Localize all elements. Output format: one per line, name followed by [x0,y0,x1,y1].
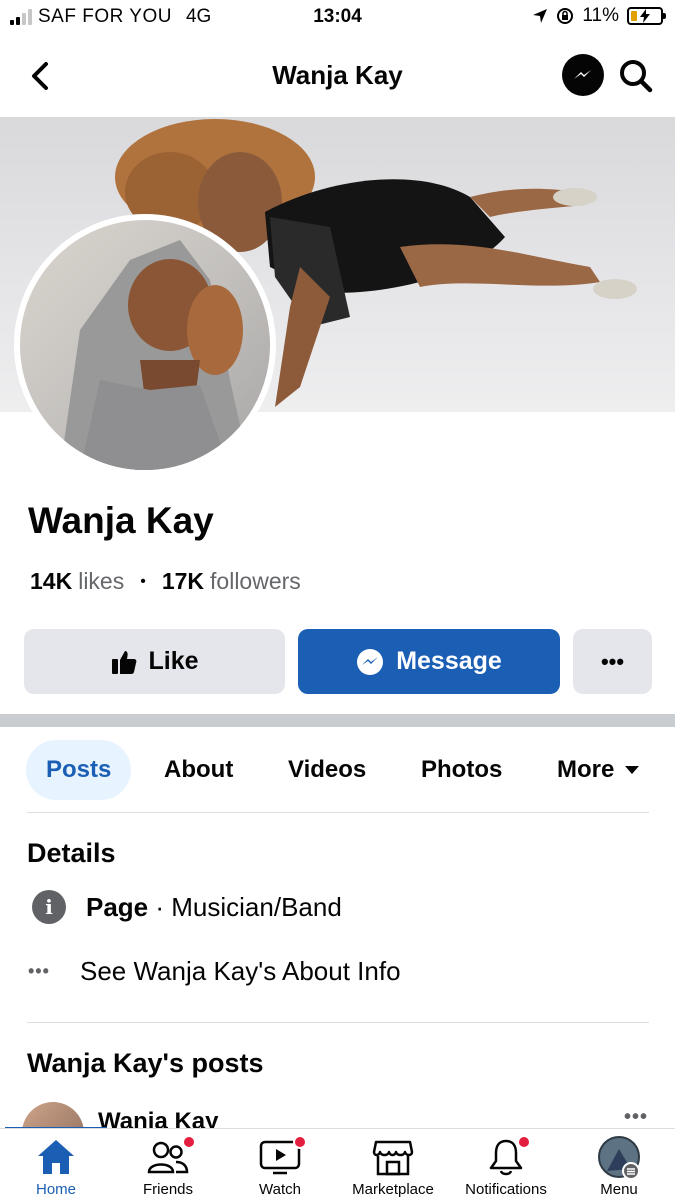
nav-home-label: Home [35,1181,76,1198]
info-icon: i [32,890,66,924]
thumbs-up-icon [112,650,137,674]
nav-marketplace[interactable]: Marketplace [337,1129,449,1200]
page-category-text: Page · Musician/Band [86,892,342,923]
more-actions-button[interactable]: ••• [573,629,652,694]
divider [27,812,649,813]
tab-more[interactable]: More [557,740,640,800]
nav-notifications[interactable]: Notifications [450,1129,562,1200]
messenger-icon [357,648,384,675]
page-type-label: Page [86,891,149,922]
status-right: 11% [532,5,666,27]
posts-heading: Wanja Kay's posts [27,1048,264,1078]
like-label: Like [148,647,199,675]
see-about-info-link[interactable]: ••• See Wanja Kay's About Info [28,956,401,987]
like-button[interactable]: Like [24,629,285,694]
nav-friends-label: Friends [142,1181,194,1198]
page-name: Wanja Kay [28,500,214,541]
more-dots-icon: ••• [28,961,50,981]
rotation-lock-icon [557,8,574,24]
section-divider [0,714,675,727]
bottom-navigation: Home Friends Watch Marketplace Notificat… [0,1128,675,1200]
notification-badge [293,1135,307,1149]
nav-menu[interactable]: Menu [563,1129,675,1200]
search-button[interactable] [616,56,656,96]
tab-photos[interactable]: Photos [421,740,502,800]
tab-more-label: More [557,756,615,783]
tab-about-label: About [164,756,234,783]
marketplace-icon [372,1140,414,1176]
tab-about[interactable]: About [164,740,233,800]
avatar-image [20,220,270,470]
status-bar: SAF FOR YOU 4G 13:04 11% [0,0,675,36]
page-category: · Musician/Band [148,891,342,922]
likes-count: 14K [30,568,73,594]
post-options-icon[interactable]: ••• [624,1106,648,1129]
nav-friends[interactable]: Friends [112,1129,224,1200]
profile-tabs: Posts About Videos Photos More [0,740,675,800]
menu-avatar-icon [598,1136,640,1179]
tab-photos-label: Photos [421,756,503,783]
message-button[interactable]: Message [298,629,560,694]
profile-avatar[interactable] [14,214,276,476]
message-label: Message [396,647,502,675]
nav-watch-label: Watch [259,1181,301,1198]
separator-dot: • [140,572,146,590]
tab-videos-label: Videos [288,756,367,783]
location-arrow-icon [533,9,548,23]
messenger-button[interactable] [562,54,604,96]
nav-notifications-label: Notifications [465,1181,547,1198]
nav-home[interactable]: Home [0,1129,112,1200]
caret-down-icon [625,766,640,774]
messenger-icon [574,70,591,79]
details-heading: Details [27,838,116,868]
battery-percent: 11% [582,5,619,26]
nav-watch[interactable]: Watch [224,1129,336,1200]
home-icon [38,1140,74,1174]
tab-posts-label: Posts [46,756,112,783]
nav-menu-label: Menu [600,1181,638,1198]
see-about-info-label: See Wanja Kay's About Info [80,956,401,986]
top-app-bar: Wanja Kay [0,46,675,106]
battery-icon [627,7,666,25]
page-stats: 14K likes • 17K followers [30,568,301,595]
notification-badge [517,1135,531,1149]
likes-label: likes [78,568,125,594]
tab-posts[interactable]: Posts [26,740,132,800]
followers-count: 17K [161,568,205,594]
tab-videos[interactable]: Videos [288,740,366,800]
nav-marketplace-label: Marketplace [352,1181,434,1198]
divider [27,1022,649,1023]
more-dots-icon: ••• [600,648,625,674]
notification-badge [182,1135,196,1149]
search-icon [620,60,653,93]
page-category-row: i Page · Musician/Band [32,890,342,924]
followers-label: followers [210,568,301,594]
